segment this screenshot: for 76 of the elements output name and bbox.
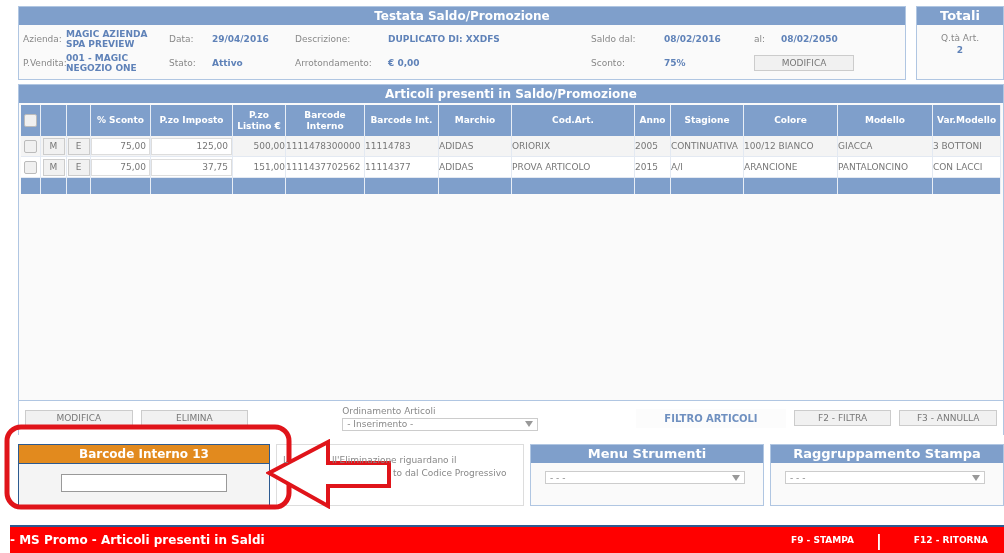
field-label: Data: [169, 34, 195, 44]
table-cell: CON LACCI [933, 157, 1001, 177]
action-button[interactable]: ELIMINA [140, 410, 249, 426]
field-value: 08/02/2050 [781, 34, 839, 44]
totals-value: 2 [956, 45, 964, 55]
separator: | [876, 530, 882, 550]
menu-dropdown[interactable]: - - - [785, 471, 985, 484]
panel-title: Raggruppamento Stampa [771, 445, 1003, 463]
field-value: 29/04/2016 [212, 34, 270, 44]
return-key[interactable]: F12 - RITORNA [913, 535, 988, 545]
row-checkbox[interactable] [24, 139, 37, 153]
panel-title: Menu Strumenti [531, 445, 763, 463]
price-field[interactable]: 37,75 [151, 158, 232, 176]
edit-button[interactable]: M [42, 158, 65, 176]
field-label: Stato: [169, 58, 197, 68]
edit-button[interactable]: M [42, 137, 65, 155]
info-text: to dal Codice Progressivo [393, 468, 507, 478]
field-value: DUPLICATO DI: XXDFS [388, 34, 501, 44]
field-value: Attivo [212, 58, 244, 68]
delete-button[interactable]: E [67, 137, 90, 155]
panel-title: Articoli presenti in Saldo/Promozione [19, 85, 1003, 103]
field-label: al: [754, 34, 767, 44]
table-cell: PANTALONCINO [838, 157, 933, 177]
dropdown-caret-icon [972, 474, 980, 481]
info-text: L [283, 455, 288, 465]
field-value: 75% [664, 58, 687, 68]
barcode-field[interactable] [61, 474, 227, 492]
field-label: Sconto: [591, 58, 626, 68]
sort-dropdown[interactable]: - Inserimento - [342, 417, 539, 431]
dropdown-caret-icon [525, 421, 534, 427]
table-cell: 2015 [635, 157, 671, 177]
panel-title: Barcode Interno 13 [19, 445, 269, 464]
action-button[interactable]: MODIFICA [25, 410, 133, 426]
row-checkbox[interactable] [24, 160, 37, 174]
price-field[interactable]: 75,00 [91, 158, 150, 176]
table-cell: ORIORIX [512, 136, 635, 156]
filter-button[interactable]: F2 - FILTRA [793, 410, 892, 426]
table-cell: 11114377 [365, 157, 439, 177]
price-field[interactable]: 75,00 [91, 137, 150, 155]
table-cell: 1111437702562 [286, 157, 365, 177]
footer-title: - MS Promo - Articoli presenti in Saldi [10, 533, 266, 547]
table-cell: ARANCIONE [744, 157, 838, 177]
field-label: P.Vendita: [23, 58, 66, 68]
table-cell: 1111478300000 [286, 136, 365, 156]
table-cell: 100/12 BIANCO [744, 136, 838, 156]
table-cell: PROVA ARTICOLO [512, 157, 635, 177]
field-value: 08/02/2016 [664, 34, 722, 44]
table-cell: ADIDAS [439, 136, 512, 156]
table-cell: CONTINUATIVA [671, 136, 744, 156]
sort-label: Ordinamento Articoli [342, 405, 437, 416]
table-cell: 151,00 [233, 157, 286, 177]
price-field[interactable]: 125,00 [151, 137, 232, 155]
dropdown-caret-icon [732, 474, 740, 481]
table-cell: 500,00 [233, 136, 286, 156]
menu-dropdown[interactable]: - - - [545, 471, 745, 484]
modify-button[interactable]: MODIFICA [754, 55, 854, 71]
panel-title: Testata Saldo/Promozione [19, 7, 905, 25]
delete-button[interactable]: E [67, 158, 90, 176]
field-value: € 0,00 [388, 58, 421, 68]
field-value: MAGIC AZIENDA SPA PREVIEW [66, 29, 149, 49]
field-value: 001 - MAGIC NEGOZIO ONE [66, 53, 138, 73]
table-cell: A/I [671, 157, 744, 177]
table-cell: 11114783 [365, 136, 439, 156]
totals-label: Q.tà Art. [940, 33, 980, 43]
field-label: Descrizione: [295, 34, 352, 44]
field-label: Saldo dal: [591, 34, 637, 44]
checkbox[interactable] [24, 114, 37, 127]
field-label: Arrotondamento: [295, 58, 373, 68]
table-cell: 2005 [635, 136, 671, 156]
print-key[interactable]: F9 - STAMPA [791, 535, 854, 545]
field-label: Azienda: [23, 34, 63, 44]
table-cell: GIACCA [838, 136, 933, 156]
table-cell: 3 BOTTONI [933, 136, 1001, 156]
filter-button[interactable]: F3 - ANNULLA [899, 410, 997, 426]
panel-title: Totali [917, 7, 1003, 25]
table-cell: ADIDAS [439, 157, 512, 177]
